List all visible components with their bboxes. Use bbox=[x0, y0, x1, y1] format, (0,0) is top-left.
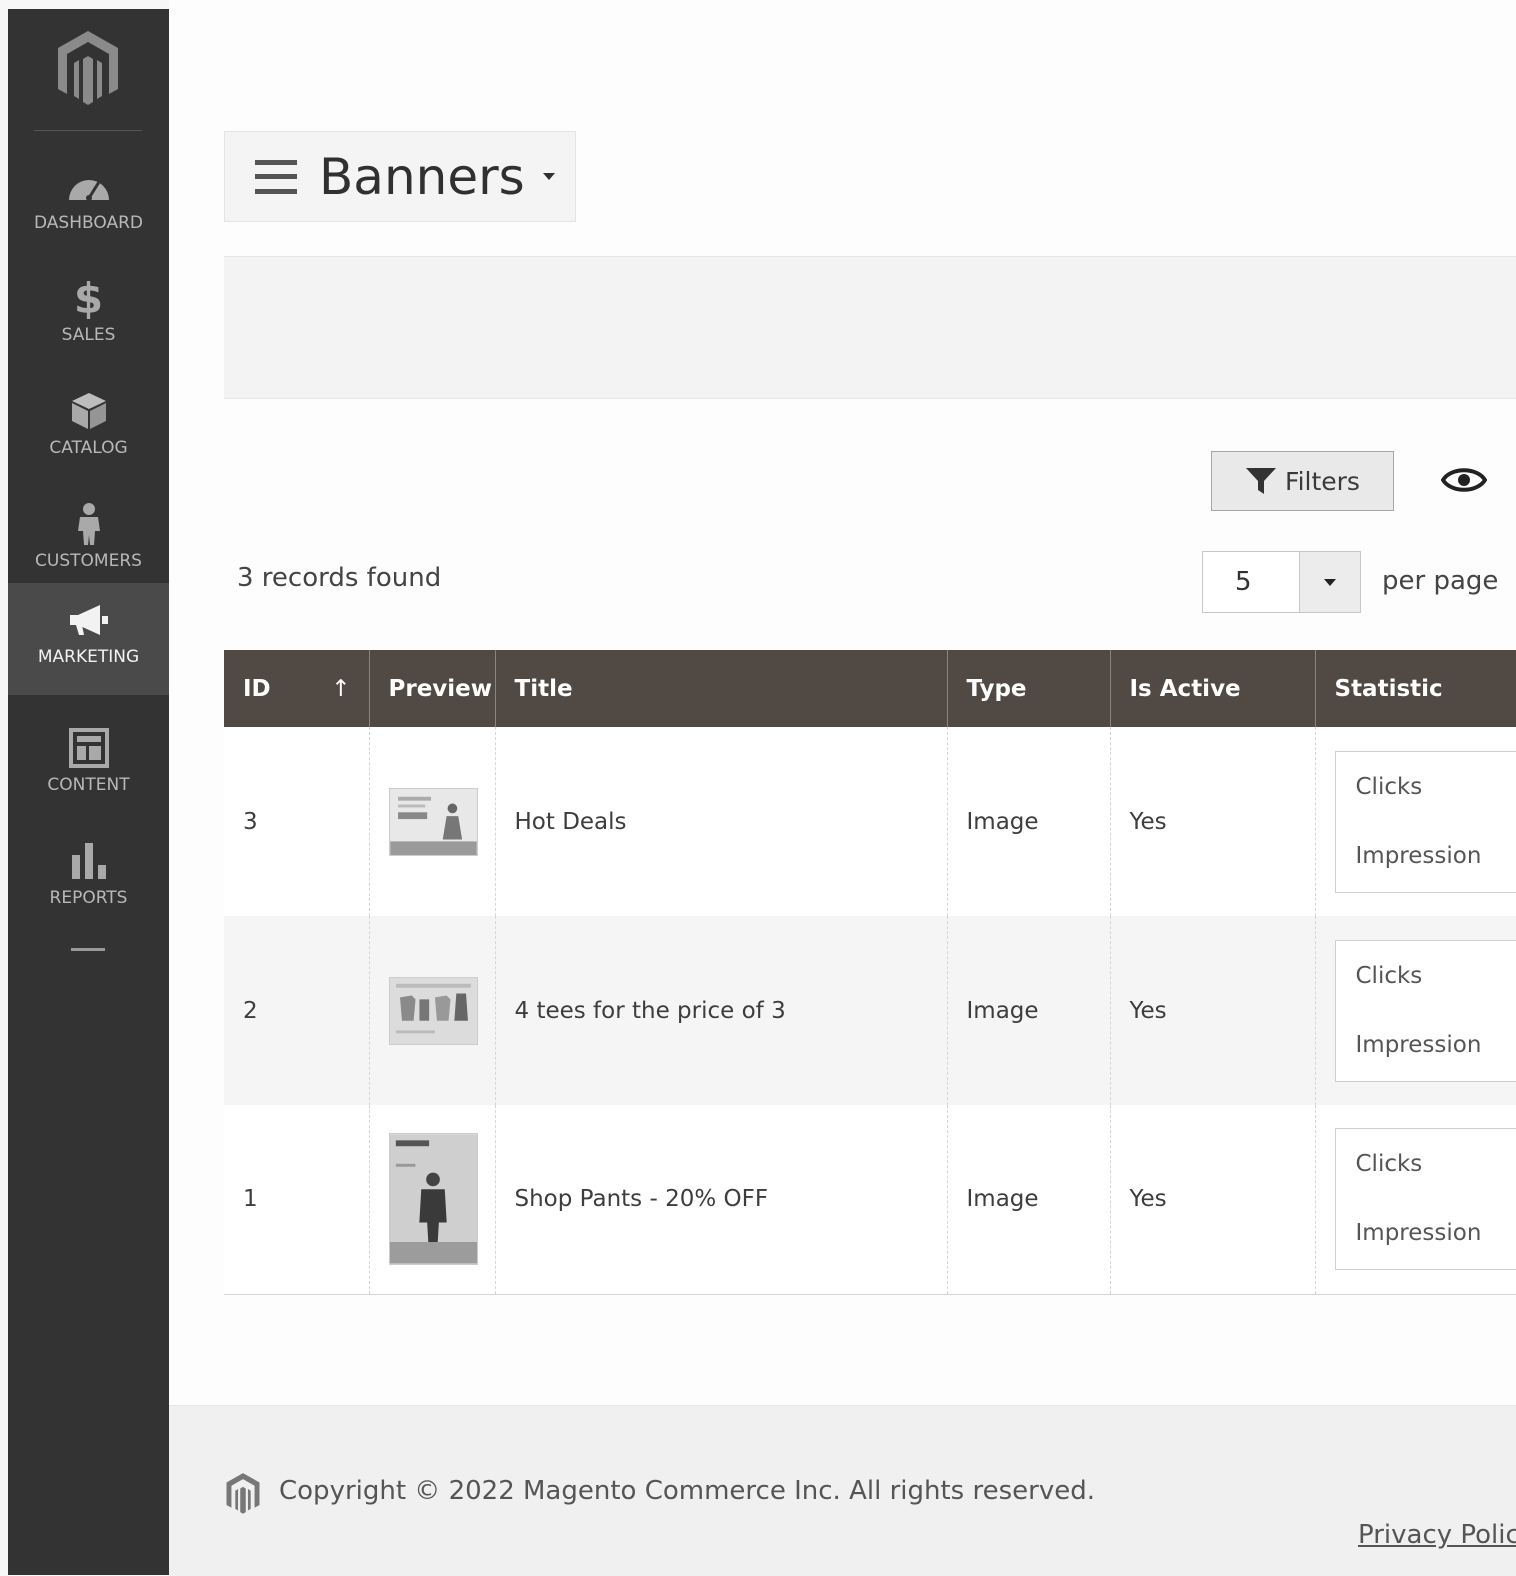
bar-chart-icon bbox=[66, 838, 112, 884]
cell-id: 1 bbox=[224, 1105, 369, 1294]
dashboard-icon bbox=[66, 163, 112, 209]
nav-label: CONTENT bbox=[47, 775, 129, 795]
cell-statistic: Clicks Impression bbox=[1315, 916, 1516, 1105]
chevron-down-icon bbox=[1324, 579, 1336, 586]
stat-clicks-label: Clicks bbox=[1356, 774, 1516, 843]
column-header-statistic[interactable]: Statistic bbox=[1315, 650, 1516, 727]
stat-clicks-label: Clicks bbox=[1356, 963, 1516, 1032]
stat-impression-label: Impression bbox=[1356, 1220, 1516, 1289]
nav-label: CATALOG bbox=[49, 438, 127, 458]
box-icon bbox=[66, 388, 112, 434]
nav-item-sales[interactable]: $ SALES bbox=[8, 261, 169, 373]
column-header-id[interactable]: ID↑ bbox=[224, 650, 369, 727]
column-header-is-active[interactable]: Is Active bbox=[1110, 650, 1315, 727]
table-row[interactable]: 1 Shop Pants - 20% OFF Image Yes bbox=[224, 1105, 1516, 1294]
more-menu-icon[interactable] bbox=[71, 948, 105, 951]
layout-icon bbox=[66, 725, 112, 771]
per-page-value[interactable]: 5 bbox=[1203, 552, 1299, 612]
cell-type: Image bbox=[947, 727, 1110, 916]
page-actions-bar bbox=[224, 256, 1516, 399]
megaphone-icon bbox=[66, 597, 112, 643]
banner-preview-image[interactable] bbox=[389, 788, 478, 856]
magento-logo-icon[interactable] bbox=[54, 29, 122, 109]
privacy-policy-link[interactable]: Privacy Policy bbox=[1358, 1520, 1516, 1550]
main-content: Banners Filters 3 records found 5 per pa… bbox=[169, 0, 1516, 1575]
per-page-select[interactable]: 5 bbox=[1202, 551, 1361, 613]
page-footer: Copyright © 2022 Magento Commerce Inc. A… bbox=[169, 1405, 1516, 1576]
page-title-switcher[interactable]: Banners bbox=[224, 131, 576, 222]
nav-item-marketing[interactable]: MARKETING bbox=[8, 583, 169, 695]
cell-is-active: Yes bbox=[1110, 727, 1315, 916]
page-title: Banners bbox=[319, 148, 525, 206]
nav-item-dashboard[interactable]: DASHBOARD bbox=[8, 149, 169, 261]
nav-label: CUSTOMERS bbox=[35, 551, 142, 571]
logo-divider bbox=[34, 130, 142, 131]
cell-statistic: Clicks Impression bbox=[1315, 1105, 1516, 1294]
banner-preview-image[interactable] bbox=[389, 977, 478, 1045]
admin-sidebar: DASHBOARD $ SALES CATALOG CUSTOMERS MARK… bbox=[8, 9, 169, 1575]
copyright-text: Copyright © 2022 Magento Commerce Inc. A… bbox=[279, 1476, 1095, 1506]
filters-button[interactable]: Filters bbox=[1211, 451, 1394, 511]
filters-button-label: Filters bbox=[1285, 467, 1360, 496]
stat-impression-label: Impression bbox=[1356, 843, 1516, 912]
statistic-box: Clicks Impression bbox=[1335, 1128, 1516, 1270]
table-row[interactable]: 3 Hot Deals Image Yes Clicks bbox=[224, 727, 1516, 916]
cell-title: Hot Deals bbox=[495, 727, 947, 916]
records-found: 3 records found bbox=[237, 563, 441, 593]
nav-label: REPORTS bbox=[50, 888, 128, 908]
stat-impression-label: Impression bbox=[1356, 1032, 1516, 1101]
column-header-type[interactable]: Type bbox=[947, 650, 1110, 727]
cell-preview bbox=[369, 727, 495, 916]
nav-item-catalog[interactable]: CATALOG bbox=[8, 374, 169, 486]
banner-preview-image[interactable] bbox=[389, 1133, 478, 1265]
table-row[interactable]: 2 4 tees for the price of 3 Image Yes bbox=[224, 916, 1516, 1105]
column-header-title[interactable]: Title bbox=[495, 650, 947, 727]
statistic-box: Clicks Impression bbox=[1335, 940, 1516, 1082]
nav-label: MARKETING bbox=[38, 647, 139, 667]
nav-label: DASHBOARD bbox=[34, 213, 143, 233]
statistic-box: Clicks Impression bbox=[1335, 751, 1516, 893]
grid-header-row: ID↑ Preview Title Type Is Active Statist… bbox=[224, 650, 1516, 727]
per-page-dropdown-button[interactable] bbox=[1299, 552, 1360, 612]
cell-preview bbox=[369, 1105, 495, 1294]
nav-item-reports[interactable]: REPORTS bbox=[8, 824, 169, 936]
dollar-icon: $ bbox=[66, 275, 112, 321]
nav-item-content[interactable]: CONTENT bbox=[8, 711, 169, 823]
cell-type: Image bbox=[947, 916, 1110, 1105]
cell-id: 2 bbox=[224, 916, 369, 1105]
banners-grid: ID↑ Preview Title Type Is Active Statist… bbox=[224, 650, 1516, 1295]
cell-title: Shop Pants - 20% OFF bbox=[495, 1105, 947, 1294]
caret-down-icon bbox=[543, 173, 555, 180]
eye-icon[interactable] bbox=[1441, 464, 1487, 496]
cell-preview bbox=[369, 916, 495, 1105]
cell-id: 3 bbox=[224, 727, 369, 916]
stat-clicks-label: Clicks bbox=[1356, 1151, 1516, 1220]
cell-is-active: Yes bbox=[1110, 1105, 1315, 1294]
person-icon bbox=[66, 501, 112, 547]
cell-is-active: Yes bbox=[1110, 916, 1315, 1105]
per-page-label: per page bbox=[1382, 566, 1498, 596]
nav-label: SALES bbox=[62, 325, 116, 345]
cell-title: 4 tees for the price of 3 bbox=[495, 916, 947, 1105]
cell-statistic: Clicks Impression bbox=[1315, 727, 1516, 916]
filter-icon bbox=[1245, 467, 1277, 495]
column-header-preview[interactable]: Preview bbox=[369, 650, 495, 727]
sort-arrow-up-icon: ↑ bbox=[331, 676, 350, 702]
cell-type: Image bbox=[947, 1105, 1110, 1294]
magento-footer-logo-icon bbox=[224, 1472, 262, 1516]
menu-icon bbox=[255, 160, 297, 194]
